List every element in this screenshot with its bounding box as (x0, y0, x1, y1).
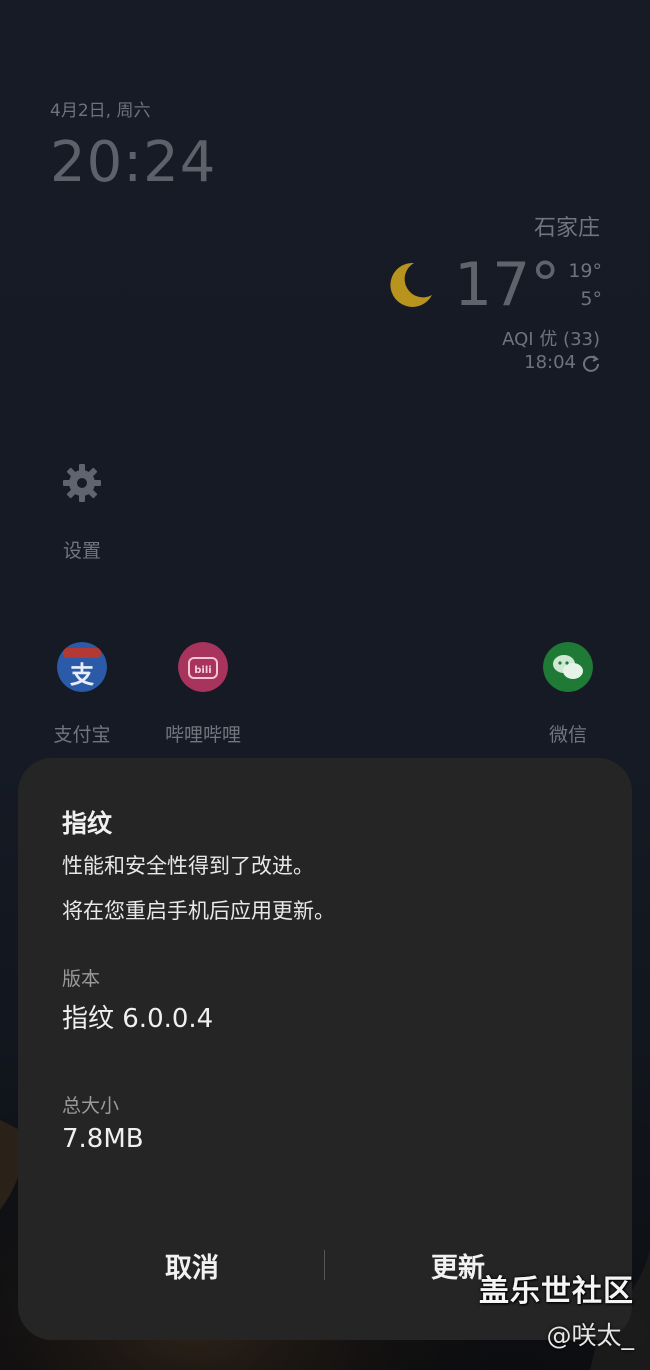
app-settings[interactable]: 设置 (22, 458, 142, 563)
version-value: 指纹 6.0.0.4 (62, 1004, 214, 1034)
app-label: 哔哩哔哩 (164, 724, 241, 746)
weather-high: 19° (568, 260, 602, 282)
app-label: 支付宝 (53, 724, 111, 746)
watermark-author: @咲太_ (546, 1321, 634, 1350)
weather-updated-time: 18:04 (524, 352, 576, 373)
app-bilibili[interactable]: bili 哔哩哔哩 (143, 642, 263, 747)
version-label: 版本 (62, 968, 101, 990)
app-wechat[interactable]: 微信 (508, 642, 628, 747)
gear-icon (63, 464, 101, 502)
dialog-description-line-2: 将在您重启手机后应用更新。 (62, 899, 335, 923)
size-label: 总大小 (62, 1095, 120, 1117)
lockscreen-date: 4月2日, 周六 (50, 101, 151, 121)
weather-temperature: 17° (453, 250, 561, 320)
lock-screen: 4月2日, 周六 20:24 石家庄 17° 19° 5° AQI 优 (33)… (0, 0, 650, 1370)
alipay-icon: 支 (57, 642, 107, 692)
app-alipay[interactable]: 支 支付宝 (22, 642, 142, 747)
refresh-icon[interactable] (582, 354, 600, 372)
app-label: 设置 (62, 540, 101, 562)
weather-low: 5° (580, 288, 602, 310)
dialog-title: 指纹 (62, 809, 113, 838)
size-value: 7.8MB (62, 1124, 144, 1154)
svg-text:支: 支 (70, 661, 95, 689)
weather-updated[interactable]: 18:04 (524, 352, 600, 373)
watermark-title: 盖乐世社区 (479, 1274, 634, 1309)
weather-aqi: AQI 优 (33) (502, 329, 600, 350)
wechat-icon (543, 642, 593, 692)
moon-icon (390, 262, 432, 307)
bilibili-icon: bili (178, 642, 228, 692)
weather-city[interactable]: 石家庄 (534, 210, 600, 242)
weather-high-low: 19° 5° (568, 257, 602, 313)
weather-widget[interactable]: 17° 19° 5° (384, 250, 602, 320)
app-label: 微信 (548, 724, 587, 746)
lockscreen-clock: 20:24 (50, 130, 217, 195)
dialog-description-line-1: 性能和安全性得到了改进。 (62, 854, 314, 878)
update-dialog: 指纹 性能和安全性得到了改进。 将在您重启手机后应用更新。 版本 指纹 6.0.… (18, 758, 632, 1340)
button-divider (324, 1250, 325, 1280)
cancel-button[interactable]: 取消 (92, 1246, 292, 1286)
svg-text:bili: bili (194, 665, 211, 676)
